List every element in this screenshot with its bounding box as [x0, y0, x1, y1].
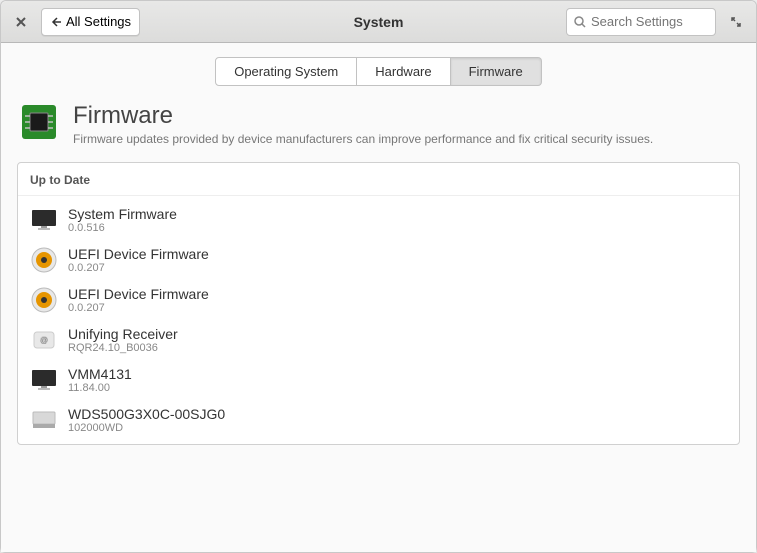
tab-firmware[interactable]: Firmware	[451, 57, 542, 86]
monitor-icon	[30, 206, 58, 234]
device-row[interactable]: WDS500G3X0C-00SJG0102000WD	[28, 400, 729, 440]
header-bar: All Settings System	[1, 1, 756, 43]
device-name: UEFI Device Firmware	[68, 286, 209, 302]
device-name: WDS500G3X0C-00SJG0	[68, 406, 225, 422]
drive-icon	[30, 406, 58, 434]
section-header: Up to Date	[18, 163, 739, 196]
device-version: 102000WD	[68, 422, 225, 434]
arrow-left-icon	[50, 16, 62, 28]
device-text: System Firmware0.0.516	[68, 206, 177, 234]
device-name: System Firmware	[68, 206, 177, 222]
device-row[interactable]: UEFI Device Firmware0.0.207	[28, 280, 729, 320]
tab-switcher: Operating System Hardware Firmware	[17, 57, 740, 86]
tab-hardware[interactable]: Hardware	[357, 57, 450, 86]
search-field[interactable]	[566, 8, 716, 36]
device-text: UEFI Device Firmware0.0.207	[68, 246, 209, 274]
firmware-chip-icon	[19, 102, 59, 142]
device-text: VMM413111.84.00	[68, 366, 132, 394]
device-row[interactable]: Unifying ReceiverRQR24.10_B0036	[28, 320, 729, 360]
maximize-button[interactable]	[722, 8, 750, 36]
page-header-text: Firmware Firmware updates provided by de…	[73, 102, 653, 148]
device-text: UEFI Device Firmware0.0.207	[68, 286, 209, 314]
device-version: 0.0.516	[68, 222, 177, 234]
header-left: All Settings	[7, 8, 207, 36]
all-settings-button[interactable]: All Settings	[41, 8, 140, 36]
back-label: All Settings	[66, 14, 131, 29]
device-list: System Firmware0.0.516 UEFI Device Firmwa…	[18, 196, 739, 444]
device-name: UEFI Device Firmware	[68, 246, 209, 262]
device-text: WDS500G3X0C-00SJG0102000WD	[68, 406, 225, 434]
close-icon	[15, 16, 27, 28]
device-version: RQR24.10_B0036	[68, 342, 178, 354]
device-version: 0.0.207	[68, 262, 209, 274]
device-version: 0.0.207	[68, 302, 209, 314]
device-row[interactable]: UEFI Device Firmware0.0.207	[28, 240, 729, 280]
device-row[interactable]: VMM413111.84.00	[28, 360, 729, 400]
device-name: VMM4131	[68, 366, 132, 382]
search-icon	[573, 15, 587, 29]
monitor-icon	[30, 366, 58, 394]
speaker-icon	[30, 246, 58, 274]
firmware-panel: Up to Date System Firmware0.0.516 UEFI De…	[17, 162, 740, 445]
speaker-icon	[30, 286, 58, 314]
header-right	[550, 8, 750, 36]
tab-operating-system[interactable]: Operating System	[215, 57, 357, 86]
device-name: Unifying Receiver	[68, 326, 178, 342]
page-description: Firmware updates provided by device manu…	[73, 132, 653, 148]
search-input[interactable]	[591, 14, 709, 29]
maximize-icon	[730, 16, 742, 28]
close-button[interactable]	[7, 8, 35, 36]
window-title: System	[207, 14, 550, 30]
device-row[interactable]: System Firmware0.0.516	[28, 200, 729, 240]
dongle-icon	[30, 326, 58, 354]
page-title: Firmware	[73, 102, 653, 130]
content-area: Operating System Hardware Firmware Firmw…	[1, 43, 756, 552]
device-version: 11.84.00	[68, 382, 132, 394]
page-header: Firmware Firmware updates provided by de…	[17, 100, 740, 162]
device-text: Unifying ReceiverRQR24.10_B0036	[68, 326, 178, 354]
settings-window: All Settings System Operating System Har…	[0, 0, 757, 553]
